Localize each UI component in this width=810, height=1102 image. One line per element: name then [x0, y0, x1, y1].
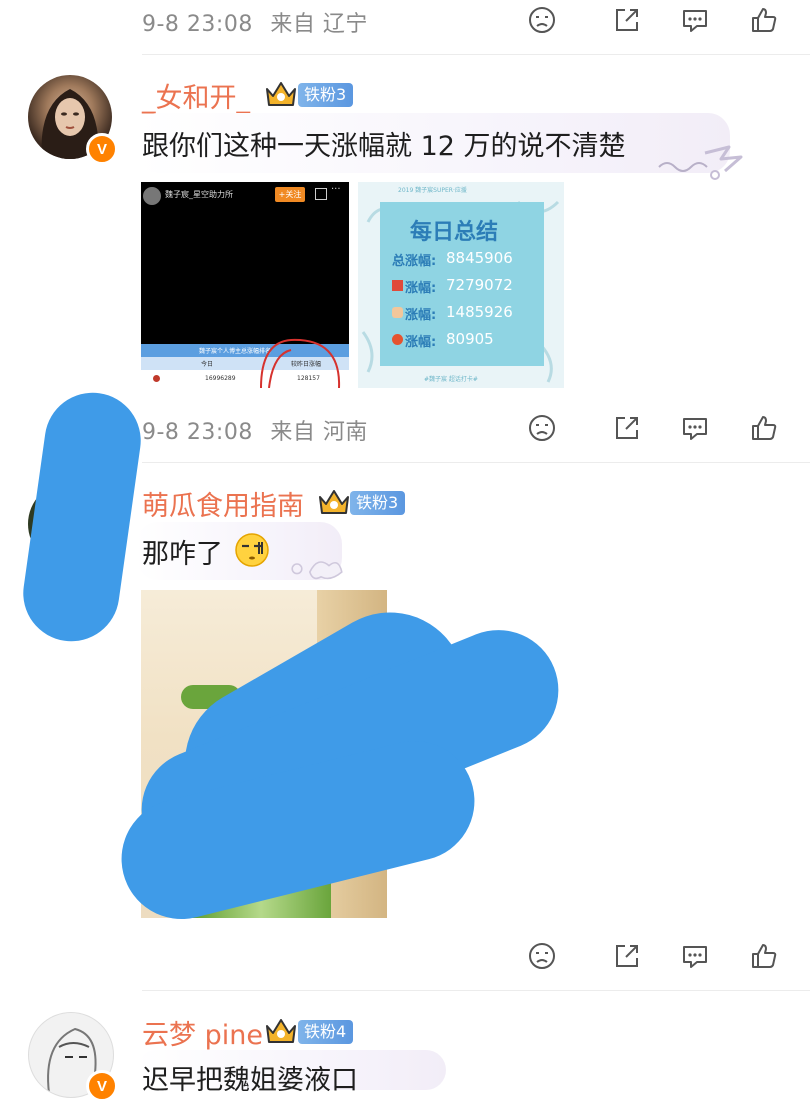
divider — [142, 54, 810, 55]
dislike-face-icon — [529, 943, 555, 969]
summary-row-value: 80905 — [446, 330, 494, 348]
comment-location-prefix: 来自 — [270, 12, 316, 37]
summary-title: 每日总结 — [410, 220, 499, 245]
fan-level-badge: 铁粉4 — [298, 1020, 354, 1044]
share-icon — [616, 417, 638, 439]
like-icon — [752, 944, 777, 968]
like-button[interactable] — [747, 3, 781, 37]
like-icon — [752, 416, 777, 440]
comment-text: 那咋了 — [142, 539, 223, 570]
summary-row-value: 7279072 — [446, 276, 513, 294]
speechless-emoji-icon — [235, 533, 269, 567]
fan-level-badge: 铁粉3 — [298, 83, 354, 107]
comment-icon — [683, 10, 707, 32]
summary-row-icon — [392, 280, 403, 291]
summary-row-value: 1485926 — [446, 303, 513, 321]
comment-text: 跟你们这种一天涨幅就 12 万的说不清楚 — [142, 131, 626, 162]
share-button[interactable] — [610, 3, 644, 37]
share-button[interactable] — [610, 411, 644, 445]
divider — [142, 462, 810, 463]
like-button[interactable] — [747, 939, 781, 973]
dislike-button[interactable] — [525, 3, 559, 37]
comment-meta — [142, 942, 152, 967]
comment-location-prefix: 来自 — [270, 420, 316, 445]
like-button[interactable] — [747, 411, 781, 445]
comment-image-screenshot[interactable]: 魏子宸_星空助力所 +关注 ··· 魏子宸个人博主总涨幅排名 今日 较昨日涨幅 … — [141, 182, 349, 388]
summary-header: 2019 魏子宸SUPER·应援 — [398, 187, 467, 194]
bubble-decoration-icon — [291, 561, 343, 580]
crown-icon — [319, 490, 349, 514]
comment-time: 9-8 23:08 — [142, 420, 253, 445]
divider — [142, 990, 810, 991]
comment-location: 辽宁 — [322, 12, 368, 37]
username[interactable]: 萌瓜食用指南 — [142, 484, 304, 523]
share-button[interactable] — [610, 939, 644, 973]
fan-level-badge: 铁粉3 — [350, 491, 406, 515]
dislike-button[interactable] — [525, 411, 559, 445]
comment-time: 9-8 23:08 — [142, 12, 253, 37]
comment-button[interactable] — [678, 3, 712, 37]
comment-icon — [683, 418, 707, 440]
bubble-decoration-icon — [658, 145, 743, 180]
summary-row-label: 涨幅: — [405, 308, 437, 323]
summary-row-label: 涨幅: — [405, 281, 437, 296]
comment-icon — [683, 946, 707, 968]
redaction-mark — [17, 386, 147, 648]
dislike-face-icon — [529, 415, 555, 441]
comment-location: 河南 — [322, 420, 368, 445]
summary-row-value: 8845906 — [446, 249, 513, 267]
comment-button[interactable] — [678, 411, 712, 445]
summary-row-label: 涨幅: — [405, 335, 437, 350]
comment-meta: 9-8 23:08 来自 河南 — [142, 414, 368, 446]
dislike-face-icon — [529, 7, 555, 33]
crown-icon — [266, 1019, 296, 1043]
image-red-circle-annotation — [260, 338, 341, 388]
comment-image-daily-summary[interactable]: 2019 魏子宸SUPER·应援 每日总结 总涨幅: 8845906 涨幅: 7… — [358, 182, 564, 388]
summary-row-label: 总涨幅: — [392, 254, 437, 269]
verified-badge-icon: V — [86, 133, 118, 165]
comment-meta: 9-8 23:08 来自 辽宁 — [142, 6, 368, 38]
share-icon — [616, 945, 638, 967]
username[interactable]: 云梦 pine — [142, 1013, 263, 1052]
username[interactable]: _女和开_ — [142, 76, 250, 115]
like-icon — [752, 8, 777, 32]
summary-footer: #魏子宸 超话打卡# — [424, 376, 478, 383]
share-icon — [616, 9, 638, 31]
dislike-button[interactable] — [525, 939, 559, 973]
comment-button[interactable] — [678, 939, 712, 973]
verified-badge-icon: V — [86, 1070, 118, 1102]
summary-row-icon — [392, 307, 403, 318]
summary-row-icon — [392, 334, 403, 345]
comment-text: 迟早把魏姐婆液口 — [142, 1065, 358, 1096]
crown-icon — [266, 82, 296, 106]
